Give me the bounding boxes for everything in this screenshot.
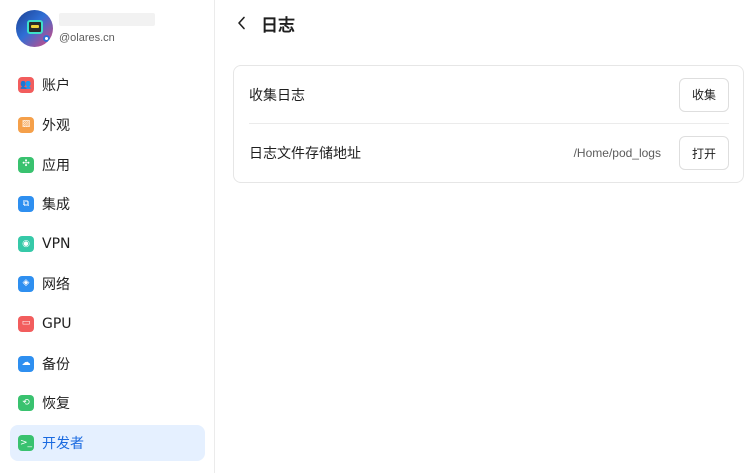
avatar <box>16 10 53 47</box>
backup-icon: ☁ <box>18 355 34 372</box>
profile-text: @olares.cn <box>59 13 155 44</box>
sidebar-item-vpn[interactable]: ◉ VPN <box>10 226 205 262</box>
sidebar-item-apps[interactable]: ✣ 应用 <box>10 147 205 183</box>
sidebar-item-label: 应用 <box>42 157 70 174</box>
sidebar-item-account[interactable]: 👥 账户 <box>10 67 205 103</box>
collect-logs-row: 收集日志 收集 <box>249 66 729 124</box>
sidebar-item-label: GPU <box>42 315 72 332</box>
gpu-icon: ▭ <box>18 315 34 332</box>
chevron-left-icon <box>238 16 245 30</box>
sidebar-item-integration[interactable]: ⧉ 集成 <box>10 186 205 222</box>
sidebar-item-label: 网络 <box>42 276 70 293</box>
sidebar-item-label: 开发者 <box>42 436 84 453</box>
collect-button[interactable]: 收集 <box>678 77 729 112</box>
robot-avatar-icon <box>27 20 43 34</box>
sidebar-nav: 👥 账户 ▨ 外观 ✣ 应用 ⧉ 集成 ◉ VPN ◈ 网络 ▭ GPU ☁ 备份 ⟲ 恢复 >_ 开发者 <box>10 67 205 465</box>
sidebar: @olares.cn 👥 账户 ▨ 外观 ✣ 应用 ⧉ 集成 ◉ VPN ◈ 网络 ▭ GPU ☁ 备份 ⟲ 恢复… <box>0 0 215 473</box>
log-storage-row: 日志文件存储地址 /Home/pod_logs 打开 <box>249 124 729 182</box>
restore-icon: ⟲ <box>18 395 34 412</box>
log-storage-label: 日志文件存储地址 <box>249 146 361 162</box>
integration-icon: ⧉ <box>18 196 34 213</box>
appearance-icon: ▨ <box>18 116 34 133</box>
log-storage-path: /Home/pod_logs <box>573 146 661 160</box>
collect-logs-label: 收集日志 <box>249 87 305 104</box>
sidebar-item-gpu[interactable]: ▭ GPU <box>10 306 205 342</box>
sidebar-item-label: 集成 <box>42 197 70 214</box>
sidebar-item-label: 恢复 <box>42 396 70 413</box>
logs-card: 收集日志 收集 日志文件存储地址 /Home/pod_logs 打开 <box>233 65 744 183</box>
main-content: 日志 收集日志 收集 日志文件存储地址 /Home/pod_logs 打开 <box>215 0 752 473</box>
avatar-badge-icon <box>43 35 50 42</box>
settings-window: @olares.cn 👥 账户 ▨ 外观 ✣ 应用 ⧉ 集成 ◉ VPN ◈ 网络 ▭ GPU ☁ 备份 ⟲ 恢复… <box>0 0 752 473</box>
sidebar-item-restore[interactable]: ⟲ 恢复 <box>10 385 205 421</box>
network-icon: ◈ <box>18 275 34 292</box>
apps-icon: ✣ <box>18 156 34 173</box>
page-title: 日志 <box>261 15 295 36</box>
open-button[interactable]: 打开 <box>678 136 729 170</box>
developer-icon: >_ <box>18 435 34 452</box>
sidebar-item-appearance[interactable]: ▨ 外观 <box>10 107 205 143</box>
sidebar-item-label: 备份 <box>42 356 70 373</box>
sidebar-item-backup[interactable]: ☁ 备份 <box>10 346 205 382</box>
account-icon: 👥 <box>18 77 34 93</box>
back-button[interactable] <box>235 16 249 30</box>
profile-name-redacted <box>59 13 155 26</box>
sidebar-item-label: 账户 <box>42 78 70 94</box>
profile-domain: @olares.cn <box>59 32 115 44</box>
sidebar-item-developer[interactable]: >_ 开发者 <box>10 425 205 462</box>
user-profile[interactable]: @olares.cn <box>16 10 155 47</box>
page-header: 日志 <box>235 10 295 36</box>
vpn-icon: ◉ <box>18 236 34 253</box>
sidebar-item-network[interactable]: ◈ 网络 <box>10 266 205 302</box>
sidebar-item-label: 外观 <box>42 117 70 134</box>
sidebar-item-label: VPN <box>42 236 71 253</box>
